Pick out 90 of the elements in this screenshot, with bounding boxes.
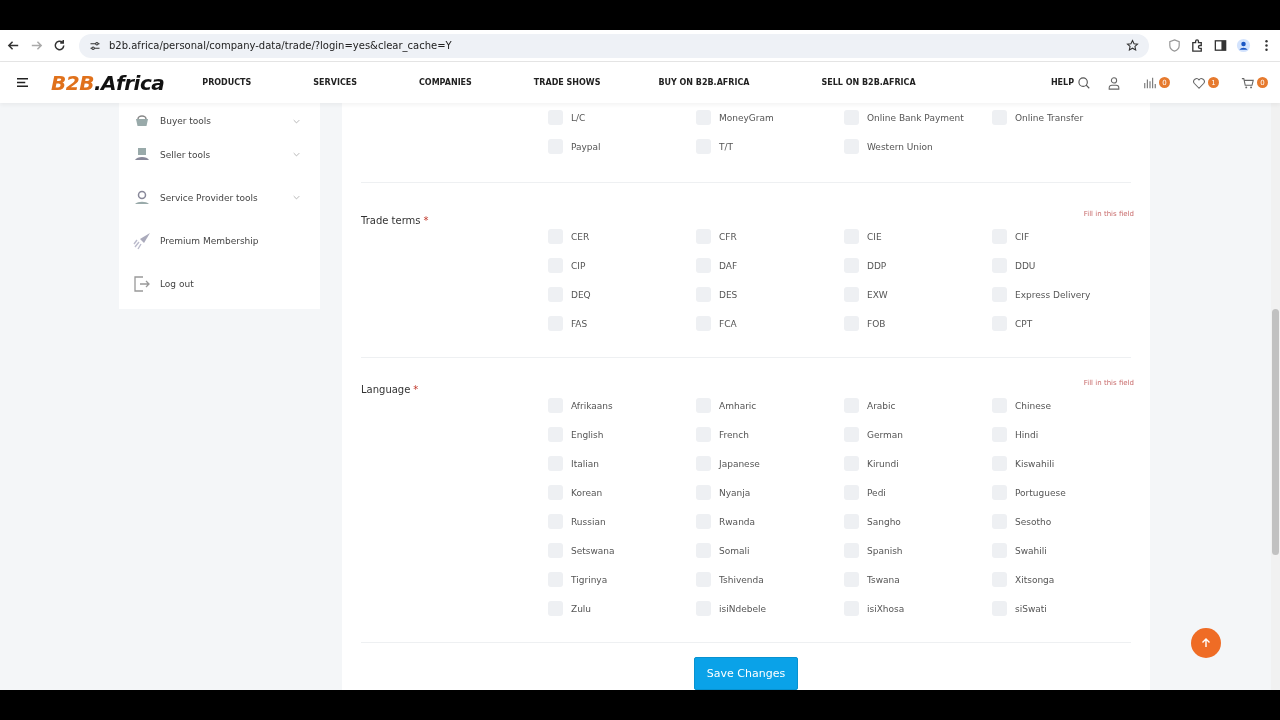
nav-link[interactable]: SELL ON B2B.AFRICA: [821, 78, 916, 87]
checkbox-label: Korean: [571, 487, 603, 498]
chevron-down-icon[interactable]: [293, 195, 300, 200]
checkbox-label: Paypal: [571, 141, 601, 152]
address-bar[interactable]: b2b.africa/personal/company-data/trade/?login=yes&clear_cache=Y: [79, 33, 1149, 58]
checkbox-label: CFR: [719, 231, 737, 242]
shield-icon[interactable]: [1167, 38, 1182, 53]
checkbox-label: Online Transfer: [1015, 112, 1084, 123]
checkbox-label: Somali: [719, 545, 750, 556]
checkbox-label: Amharic: [719, 400, 757, 411]
checkbox-label: isiNdebele: [719, 603, 766, 614]
checkbox-label: English: [571, 429, 604, 440]
checkbox-label: L/C: [571, 112, 586, 123]
chevron-down-icon[interactable]: [293, 152, 300, 157]
checkbox-label: Western Union: [867, 141, 933, 152]
side-panel-icon[interactable]: [1213, 38, 1228, 53]
checkbox-label: CIF: [1015, 231, 1030, 242]
heart-icon[interactable]: [1192, 75, 1206, 90]
checkbox-label: Rwanda: [719, 516, 756, 527]
checkbox-label: DES: [719, 289, 738, 300]
scrollbar[interactable]: [1271, 103, 1280, 690]
checkbox-label: Afrikaans: [571, 400, 613, 411]
field-label: Language *: [361, 384, 419, 395]
nav-link[interactable]: TRADE SHOWS: [533, 78, 601, 87]
checkbox-label: Online Bank Payment: [867, 112, 964, 123]
checkbox-label: Japanese: [719, 458, 760, 469]
checkbox-label: DDU: [1015, 260, 1036, 271]
checkbox-label: Setswana: [571, 545, 615, 556]
sidebar-item[interactable]: Service Provider tools: [160, 192, 258, 203]
search-icon[interactable]: [1077, 75, 1091, 90]
menu-icon[interactable]: [16, 77, 29, 88]
checkbox-label: Sangho: [867, 516, 901, 527]
nav-link[interactable]: SERVICES: [313, 78, 357, 87]
checkbox-label: Zulu: [571, 603, 592, 614]
checkbox-label: FCA: [719, 318, 737, 329]
checkbox-label: EXW: [867, 289, 888, 300]
checkbox-label: Spanish: [867, 545, 903, 556]
site-logo[interactable]: B2B.Africa: [51, 70, 165, 95]
puzzle-icon[interactable]: [1190, 38, 1205, 53]
checkbox-label: MoneyGram: [719, 112, 774, 123]
checkbox-label: Kirundi: [867, 458, 899, 469]
checkbox-label: DEQ: [571, 289, 591, 300]
checkbox-label: Nyanja: [719, 487, 751, 498]
reload-icon[interactable]: [52, 38, 67, 53]
checkbox-label: CPT: [1015, 318, 1033, 329]
checkbox-label: CIE: [867, 231, 882, 242]
checkbox-label: Express Delivery: [1015, 289, 1091, 300]
checkbox-label: Xitsonga: [1015, 574, 1055, 585]
checkbox-label: Italian: [571, 458, 599, 469]
checkbox-label: Hindi: [1015, 429, 1039, 440]
checkbox-label: Chinese: [1015, 400, 1051, 411]
profile-icon[interactable]: [1236, 38, 1251, 53]
checkbox-label: DDP: [867, 260, 887, 271]
checkbox-label: Tigrinya: [571, 574, 608, 585]
nav-link[interactable]: COMPANIES: [419, 78, 472, 87]
field-label: Trade terms *: [361, 215, 429, 226]
sidebar-item[interactable]: Buyer tools: [160, 116, 212, 126]
compare-icon[interactable]: [1143, 75, 1157, 90]
nav-link[interactable]: PRODUCTS: [202, 78, 252, 87]
checkbox-label: siSwati: [1015, 603, 1047, 614]
checkbox-label: Sesotho: [1015, 516, 1052, 527]
checkbox-label: German: [867, 429, 904, 440]
checkbox-label: Arabic: [867, 400, 896, 411]
checkbox-label: Russian: [571, 516, 606, 527]
checkbox-label: Swahili: [1015, 545, 1047, 556]
checkbox-label: Pedi: [867, 487, 886, 498]
sidebar-item[interactable]: Premium Membership: [160, 235, 259, 246]
logout-icon: [132, 273, 152, 294]
chevron-down-icon[interactable]: [293, 118, 300, 124]
checkbox-label: FAS: [571, 318, 588, 329]
checkbox-label: Kiswahili: [1015, 458, 1055, 469]
checkbox-label: French: [719, 429, 749, 440]
checkbox-label: Portuguese: [1015, 487, 1066, 498]
checkbox-label: T/T: [719, 141, 734, 152]
cart-icon[interactable]: [1241, 75, 1255, 90]
arrow-up-icon: [1200, 637, 1212, 649]
checkbox-label: FOB: [867, 318, 886, 329]
scroll-to-top-button[interactable]: [1191, 628, 1221, 658]
checkbox-label: CIP: [571, 260, 586, 271]
sidebar-item[interactable]: Log out: [160, 278, 194, 289]
checkbox-label: Tshivenda: [719, 574, 764, 585]
sidebar-item[interactable]: Seller tools: [160, 149, 211, 160]
checkbox-label: CER: [571, 231, 590, 242]
checkbox-label: isiXhosa: [867, 603, 905, 614]
checkbox-label: Tswana: [867, 574, 900, 585]
checkbox-label: DAF: [719, 260, 738, 271]
help-link[interactable]: HELP: [1050, 78, 1074, 87]
rocket-icon: [132, 230, 152, 251]
nav-link[interactable]: BUY ON B2B.AFRICA: [658, 78, 750, 87]
user-icon[interactable]: [1107, 75, 1121, 90]
